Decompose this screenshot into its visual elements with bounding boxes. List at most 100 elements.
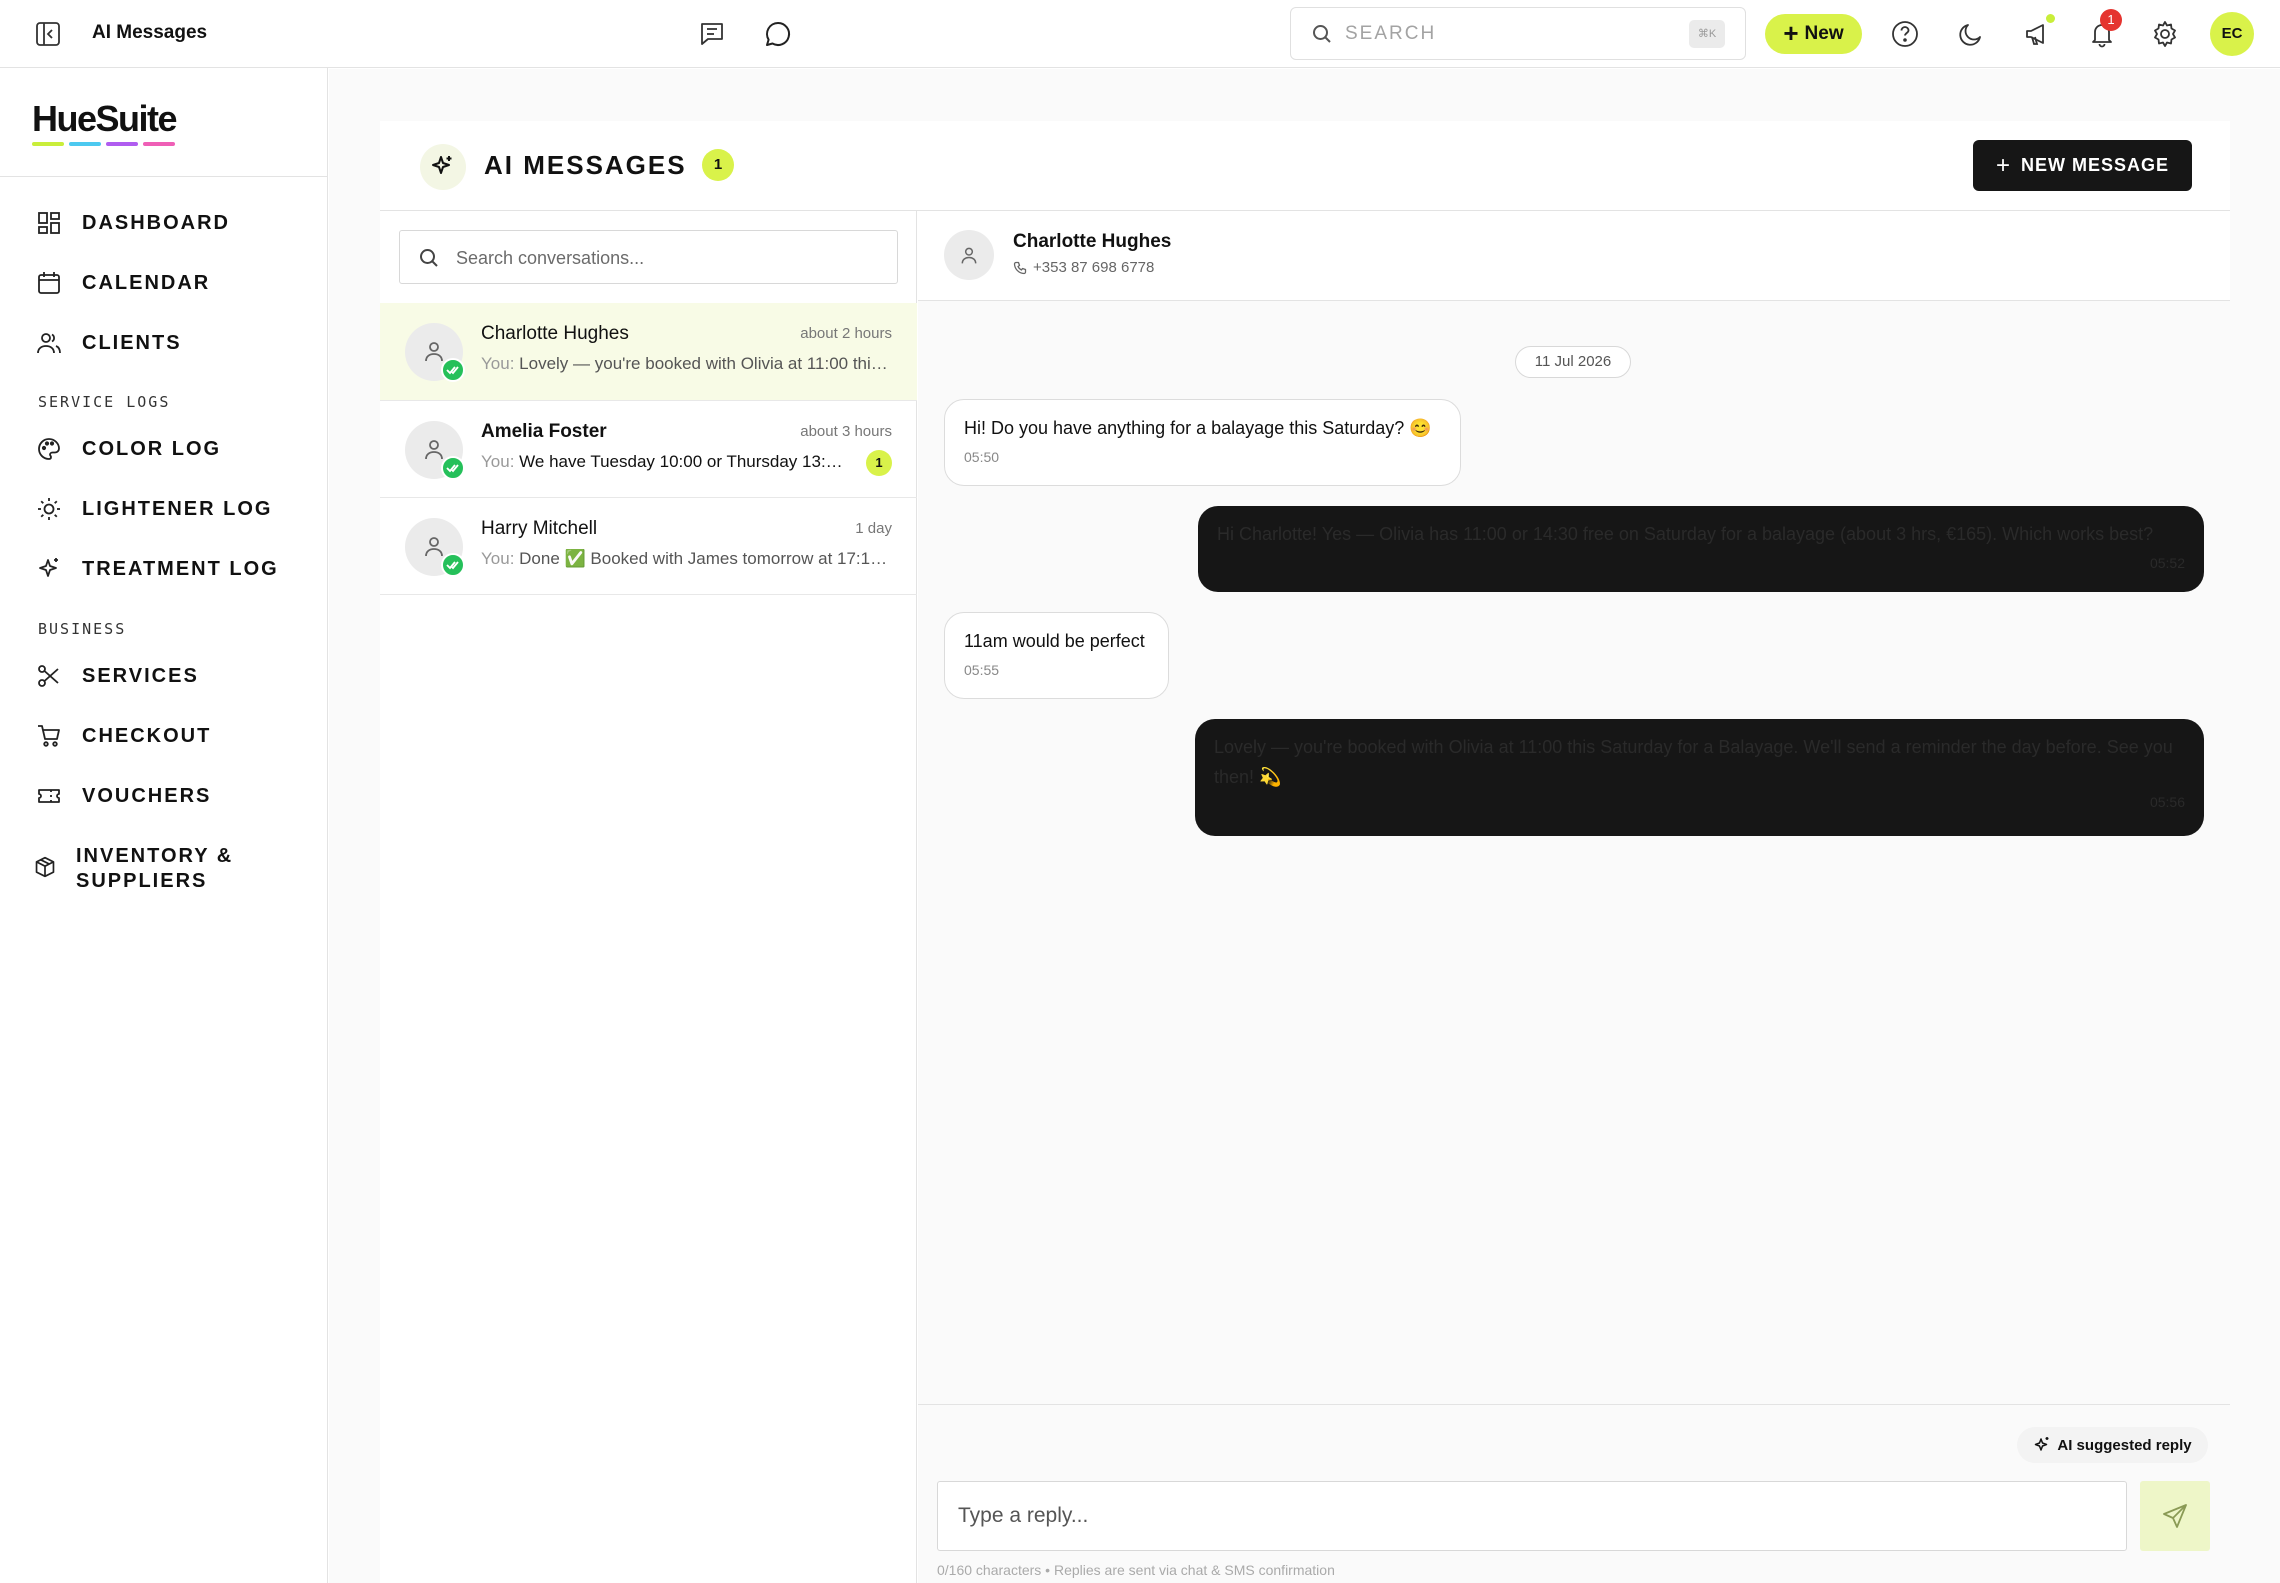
brand-stripes: [32, 142, 176, 146]
chat-thread: Charlotte Hughes +353 87 698 6778 11 Jul…: [918, 211, 2230, 1583]
message-time: 05:56: [2149, 794, 2185, 810]
section-label-service-logs: SERVICE LOGS: [38, 393, 171, 411]
conversation-name: Amelia Foster: [481, 421, 607, 442]
composer-hint: 0/160 characters • Replies are sent via …: [937, 1562, 1335, 1578]
section-label-business: BUSINESS: [38, 620, 127, 638]
sidebar-item-services[interactable]: SERVICES: [36, 663, 199, 689]
sidebar-item-clients[interactable]: CLIENTS: [36, 330, 182, 356]
you-prefix: You:: [481, 354, 515, 373]
message-circle-icon[interactable]: [763, 19, 793, 49]
contact-phone-number: +353 87 698 6778: [1033, 259, 1155, 276]
phone-icon: [1013, 261, 1027, 275]
sidebar-item-inventory[interactable]: INVENTORY & SUPPLIERS: [35, 844, 233, 894]
sidebar-collapse-icon[interactable]: [34, 20, 62, 48]
sidebar-item-label: INVENTORY & SUPPLIERS: [76, 844, 233, 894]
sidebar-item-dashboard[interactable]: DASHBOARD: [36, 210, 230, 236]
message-text: Hi Charlotte! Yes — Olivia has 11:00 or …: [1217, 524, 2154, 544]
check-icon: [441, 456, 465, 480]
new-button[interactable]: + New: [1765, 14, 1862, 54]
plus-icon: +: [1783, 17, 1799, 48]
sidebar-item-lightener-log[interactable]: LIGHTENER LOG: [36, 496, 272, 522]
user-avatar[interactable]: EC: [2210, 12, 2254, 56]
conversation-preview: You: Lovely — you're booked with Olivia …: [481, 354, 891, 374]
sidebar-item-label: VOUCHERS: [82, 784, 212, 807]
you-prefix: You:: [481, 549, 515, 568]
scissors-icon: [36, 663, 62, 689]
conversation-time: 1 day: [855, 520, 892, 537]
date-separator: 11 Jul 2026: [1515, 346, 1631, 378]
top-bar: AI Messages ⌘K +New 1 EC: [0, 0, 2280, 68]
sidebar-item-label: LIGHTENER LOG: [82, 497, 273, 520]
global-search[interactable]: ⌘K: [1290, 7, 1746, 60]
conversation-list: Charlotte Hughes about 2 hours You: Love…: [380, 211, 917, 1583]
unread-badge: 1: [866, 450, 892, 476]
sidebar-item-label: CHECKOUT: [82, 724, 212, 747]
preview-text: Done ✅ Booked with James tomorrow at 17:…: [519, 549, 891, 568]
cart-icon: [36, 723, 62, 749]
reply-input[interactable]: [937, 1481, 2127, 1551]
conversation-item[interactable]: Charlotte Hughes about 2 hours You: Love…: [380, 303, 917, 401]
chat-header: Charlotte Hughes +353 87 698 6778: [918, 211, 2230, 301]
composer-divider: [918, 1404, 2230, 1405]
search-icon: [418, 247, 440, 269]
new-message-button[interactable]: + NEW MESSAGE: [1973, 140, 2192, 191]
message-time: 05:50: [964, 449, 1000, 465]
users-icon: [36, 330, 62, 356]
ai-suggested-reply-button[interactable]: AI suggested reply: [2017, 1427, 2208, 1463]
announcement-dot: [2046, 14, 2055, 23]
sparkle-icon: [36, 556, 62, 582]
sidebar-divider: [0, 176, 328, 177]
ticket-icon: [36, 783, 62, 809]
conversation-name: Charlotte Hughes: [481, 323, 629, 344]
dashboard-icon: [36, 210, 62, 236]
sidebar: HueSuite DASHBOARD CALENDAR CLIENTS SERV…: [0, 68, 328, 1583]
brand-name: HueSuite: [32, 98, 178, 139]
sidebar-item-label: COLOR LOG: [82, 437, 222, 460]
plus-icon: +: [1995, 151, 2011, 179]
sidebar-item-label: DASHBOARD: [82, 211, 230, 234]
contact-name: Charlotte Hughes: [1013, 231, 1172, 252]
conversation-search-input[interactable]: [456, 243, 876, 273]
label-line-1: INVENTORY &: [76, 845, 234, 867]
conversation-item[interactable]: Amelia Foster about 3 hours You: We have…: [380, 401, 917, 498]
new-button-label: New: [1804, 23, 1844, 44]
conversation-time: about 3 hours: [800, 423, 892, 440]
label-line-2: SUPPLIERS: [76, 870, 208, 892]
sidebar-item-label: CALENDAR: [82, 271, 211, 294]
ai-sparkle-icon: [420, 144, 466, 190]
conversation-item[interactable]: Harry Mitchell 1 day You: Done ✅ Booked …: [380, 498, 917, 595]
notification-badge: 1: [2100, 9, 2122, 31]
sidebar-item-checkout[interactable]: CHECKOUT: [36, 723, 211, 749]
gear-icon[interactable]: [2150, 19, 2180, 49]
sidebar-item-calendar[interactable]: CALENDAR: [36, 270, 210, 296]
message-text: Lovely — you're booked with Olivia at 11…: [1214, 737, 2173, 787]
search-input[interactable]: [1345, 18, 1665, 50]
sidebar-item-label: CLIENTS: [82, 331, 182, 354]
sidebar-item-color-log[interactable]: COLOR LOG: [36, 436, 221, 462]
page-heading: AI Messages: [92, 22, 208, 43]
sidebar-item-label: TREATMENT LOG: [82, 557, 279, 580]
preview-text: We have Tuesday 10:00 or Thursday 13:30 …: [519, 452, 851, 471]
avatar: [944, 230, 994, 280]
conversation-preview: You: Done ✅ Booked with James tomorrow a…: [481, 549, 891, 569]
search-shortcut-hint: ⌘K: [1689, 20, 1725, 48]
new-message-label: NEW MESSAGE: [2021, 155, 2170, 175]
message-bubble-incoming: Hi! Do you have anything for a balayage …: [944, 399, 1461, 486]
message-text: Hi! Do you have anything for a balayage …: [964, 418, 1432, 438]
moon-icon[interactable]: [1956, 19, 1986, 49]
conversation-search[interactable]: [399, 230, 898, 284]
message-text: 11am would be perfect: [964, 631, 1145, 651]
conversation-preview: You: We have Tuesday 10:00 or Thursday 1…: [481, 452, 851, 472]
conversation-name: Harry Mitchell: [481, 518, 598, 539]
calendar-icon: [36, 270, 62, 296]
help-icon[interactable]: [1890, 19, 1920, 49]
conversation-time: about 2 hours: [800, 325, 892, 342]
megaphone-icon[interactable]: [2023, 19, 2053, 49]
ai-suggested-reply-label: AI suggested reply: [2057, 1436, 2192, 1454]
sidebar-item-treatment-log[interactable]: TREATMENT LOG: [36, 556, 279, 582]
send-button[interactable]: [2140, 1481, 2210, 1551]
message-square-icon[interactable]: [697, 19, 727, 49]
brand-logo[interactable]: HueSuite: [32, 98, 178, 146]
sidebar-item-vouchers[interactable]: VOUCHERS: [36, 783, 211, 809]
contact-phone: +353 87 698 6778: [1013, 259, 1154, 276]
